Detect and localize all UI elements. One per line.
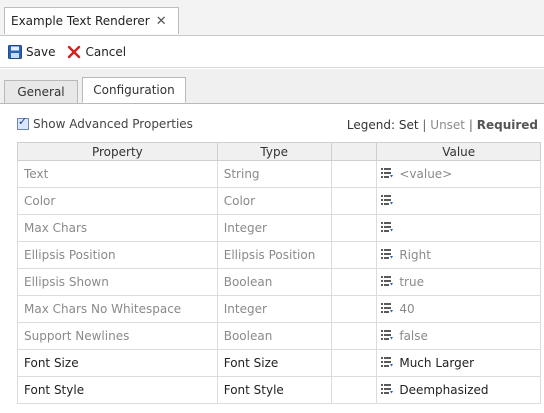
property-value-cell[interactable]: Much Larger (376, 349, 541, 377)
table-header-row: Property Type Value (17, 142, 541, 161)
property-type-cell: Ellipsis Position (216, 241, 332, 269)
table-row[interactable]: Font Size Font Size Much Larger (17, 349, 541, 377)
editor-tab-title: Example Text Renderer (11, 14, 150, 28)
property-blank-cell (330, 322, 378, 350)
property-value-text[interactable]: 40 (399, 302, 414, 316)
property-name-cell: Text (17, 160, 218, 188)
value-list-icon[interactable] (381, 248, 394, 262)
tab-general-label: General (17, 85, 65, 99)
subtab-strip: General Configuration (0, 69, 544, 104)
property-value-text[interactable]: Right (399, 248, 431, 262)
property-value-text[interactable]: true (399, 275, 424, 289)
value-list-icon[interactable] (381, 194, 394, 208)
property-value-text[interactable]: Much Larger (399, 356, 474, 370)
red-x-icon (68, 45, 81, 58)
property-type-cell: Font Style (216, 376, 332, 404)
property-type-cell: Integer (216, 295, 332, 323)
page: Example Text Renderer ✕ Save Cancel Gene… (0, 0, 544, 413)
property-blank-cell (330, 295, 378, 323)
editor-tabbar: Example Text Renderer ✕ (0, 0, 544, 36)
value-list-icon[interactable] (381, 383, 394, 397)
properties-table: Property Type Value Text String <value> Col… (17, 142, 541, 404)
close-icon[interactable]: ✕ (156, 14, 167, 29)
legend-set: Set (398, 118, 419, 132)
table-row[interactable]: Ellipsis Shown Boolean true (17, 268, 541, 296)
value-list-icon[interactable] (381, 221, 394, 235)
property-name-cell: Ellipsis Shown (17, 268, 218, 296)
table-row[interactable]: Max Chars No Whitespace Integer 40 (17, 295, 541, 323)
value-list-icon[interactable] (381, 356, 394, 370)
table-row[interactable]: Ellipsis Position Ellipsis Position Right (17, 241, 541, 269)
property-value-text[interactable]: Deemphasized (399, 383, 488, 397)
property-type-cell: Boolean (216, 322, 332, 350)
property-value-text[interactable]: <value> (399, 167, 452, 181)
column-header-property[interactable]: Property (17, 142, 218, 161)
property-blank-cell (330, 214, 378, 242)
property-blank-cell (330, 349, 378, 377)
tab-general[interactable]: General (4, 80, 78, 103)
property-value-cell[interactable] (376, 187, 541, 215)
property-name-cell: Font Size (17, 349, 218, 377)
property-name-cell: Max Chars No Whitespace (17, 295, 218, 323)
table-row[interactable]: Font Style Font Style Deemphasized (17, 376, 541, 404)
property-blank-cell (330, 160, 378, 188)
property-blank-cell (330, 187, 378, 215)
property-value-cell[interactable]: <value> (376, 160, 541, 188)
property-type-cell: String (216, 160, 332, 188)
save-label: Save (26, 44, 56, 59)
show-advanced-checkbox-row[interactable]: Show Advanced Properties (17, 115, 193, 131)
property-value-cell[interactable]: Deemphasized (376, 376, 541, 404)
value-list-icon[interactable] (381, 275, 394, 289)
column-header-value[interactable]: Value (376, 142, 541, 161)
legend-prefix: Legend: (346, 118, 396, 132)
table-row[interactable]: Max Chars Integer (17, 214, 541, 242)
property-value-cell[interactable]: false (376, 322, 541, 350)
property-name-cell: Max Chars (17, 214, 218, 242)
tab-configuration-label: Configuration (93, 83, 175, 97)
column-header-blank[interactable] (330, 142, 378, 161)
editor-tab[interactable]: Example Text Renderer ✕ (4, 7, 179, 34)
property-value-cell[interactable]: 40 (376, 295, 541, 323)
legend-unset: Unset (430, 118, 466, 132)
show-advanced-checkbox[interactable] (17, 115, 29, 130)
property-type-cell: Integer (216, 214, 332, 242)
table-row[interactable]: Support Newlines Boolean false (17, 322, 541, 350)
property-type-cell: Color (216, 187, 332, 215)
cancel-label: Cancel (85, 44, 127, 59)
show-advanced-label: Show Advanced Properties (33, 117, 193, 131)
property-name-cell: Font Style (17, 376, 218, 404)
property-value-cell[interactable]: true (376, 268, 541, 296)
save-button[interactable]: Save (8, 44, 56, 59)
value-list-icon[interactable] (381, 302, 394, 316)
floppy-disk-icon (8, 44, 22, 59)
value-list-icon[interactable] (381, 167, 394, 181)
property-name-cell: Color (17, 187, 218, 215)
tab-configuration[interactable]: Configuration (82, 77, 186, 103)
property-type-cell: Boolean (216, 268, 332, 296)
property-value-cell[interactable] (376, 214, 541, 242)
property-type-cell: Font Size (216, 349, 332, 377)
property-blank-cell (330, 376, 378, 404)
toolbar: Save Cancel (0, 36, 544, 68)
property-value-cell[interactable]: Right (376, 241, 541, 269)
property-blank-cell (330, 268, 378, 296)
cancel-button[interactable]: Cancel (67, 45, 126, 59)
property-name-cell: Ellipsis Position (17, 241, 218, 269)
legend-separator-1: | (422, 118, 427, 132)
table-row[interactable]: Color Color (17, 187, 541, 215)
legend-separator-2: | (468, 118, 473, 132)
legend-required: Required (476, 118, 538, 132)
legend: Legend: Set | Unset | Required (347, 118, 538, 132)
table-row[interactable]: Text String <value> (17, 160, 541, 188)
configuration-panel: Show Advanced Properties Legend: Set | U… (0, 104, 544, 413)
column-header-type[interactable]: Type (216, 142, 332, 161)
property-value-text[interactable]: false (399, 329, 428, 343)
value-list-icon[interactable] (381, 329, 394, 343)
property-blank-cell (330, 241, 378, 269)
property-name-cell: Support Newlines (17, 322, 218, 350)
